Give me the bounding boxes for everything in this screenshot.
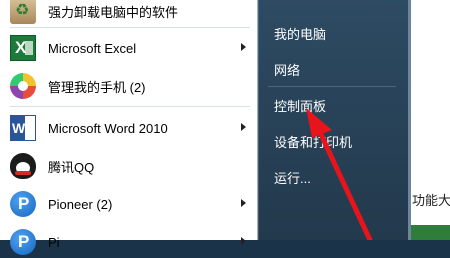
program-label: Pioneer (2) bbox=[48, 196, 113, 212]
submenu-arrow-icon[interactable] bbox=[241, 199, 246, 207]
window-border bbox=[408, 0, 411, 240]
menu-item-devices-and-printers[interactable]: 设备和打印机 bbox=[274, 132, 352, 151]
menu-item-my-computer[interactable]: 我的电脑 bbox=[274, 24, 326, 43]
program-label: Pi bbox=[48, 234, 60, 250]
menu-item-control-panel[interactable]: 控制面板 bbox=[274, 96, 326, 115]
start-menu-program-list: 强力卸载电脑中的软件 Microsoft Excel 管理我的手机 (2) Mi… bbox=[0, 0, 258, 255]
program-item-uninstall[interactable]: 强力卸载电脑中的软件 bbox=[4, 0, 254, 27]
word-icon bbox=[10, 115, 36, 141]
green-bar bbox=[411, 225, 450, 240]
menu-item-run[interactable]: 运行... bbox=[274, 168, 311, 187]
menu-item-network[interactable]: 网络 bbox=[274, 60, 300, 79]
program-label: 腾讯QQ bbox=[48, 159, 95, 175]
desktop-text-fragment: 功能大 bbox=[412, 193, 450, 208]
program-item-qq[interactable]: 腾讯QQ bbox=[4, 150, 254, 182]
program-item-pioneer[interactable]: Pioneer (2) bbox=[4, 188, 254, 220]
pioneer-icon bbox=[10, 229, 36, 255]
uninstall-icon bbox=[10, 0, 36, 24]
program-item-phone-manager[interactable]: 管理我的手机 (2) bbox=[4, 70, 254, 102]
program-label: 强力卸载电脑中的软件 bbox=[48, 4, 179, 20]
program-label: Microsoft Excel bbox=[48, 40, 137, 56]
pioneer-icon bbox=[10, 191, 36, 217]
program-item-excel[interactable]: Microsoft Excel bbox=[4, 32, 254, 64]
program-label: Microsoft Word 2010 bbox=[48, 120, 168, 136]
divider bbox=[10, 27, 250, 28]
submenu-arrow-icon[interactable] bbox=[241, 43, 246, 51]
submenu-arrow-icon[interactable] bbox=[241, 237, 246, 245]
program-item-word[interactable]: Microsoft Word 2010 bbox=[4, 112, 254, 144]
program-label: 管理我的手机 (2) bbox=[48, 79, 146, 95]
phone-manager-icon bbox=[10, 73, 36, 99]
excel-icon bbox=[10, 35, 36, 61]
program-item-pioneer-2[interactable]: Pi bbox=[4, 226, 254, 258]
start-menu-right-pane: 我的电脑 网络 控制面板 设备和打印机 运行... bbox=[258, 0, 408, 240]
divider bbox=[10, 106, 250, 107]
desktop-window-fragment: 功能大 bbox=[408, 0, 450, 240]
submenu-arrow-icon[interactable] bbox=[241, 123, 246, 131]
qq-icon bbox=[10, 153, 36, 179]
divider bbox=[268, 86, 396, 87]
